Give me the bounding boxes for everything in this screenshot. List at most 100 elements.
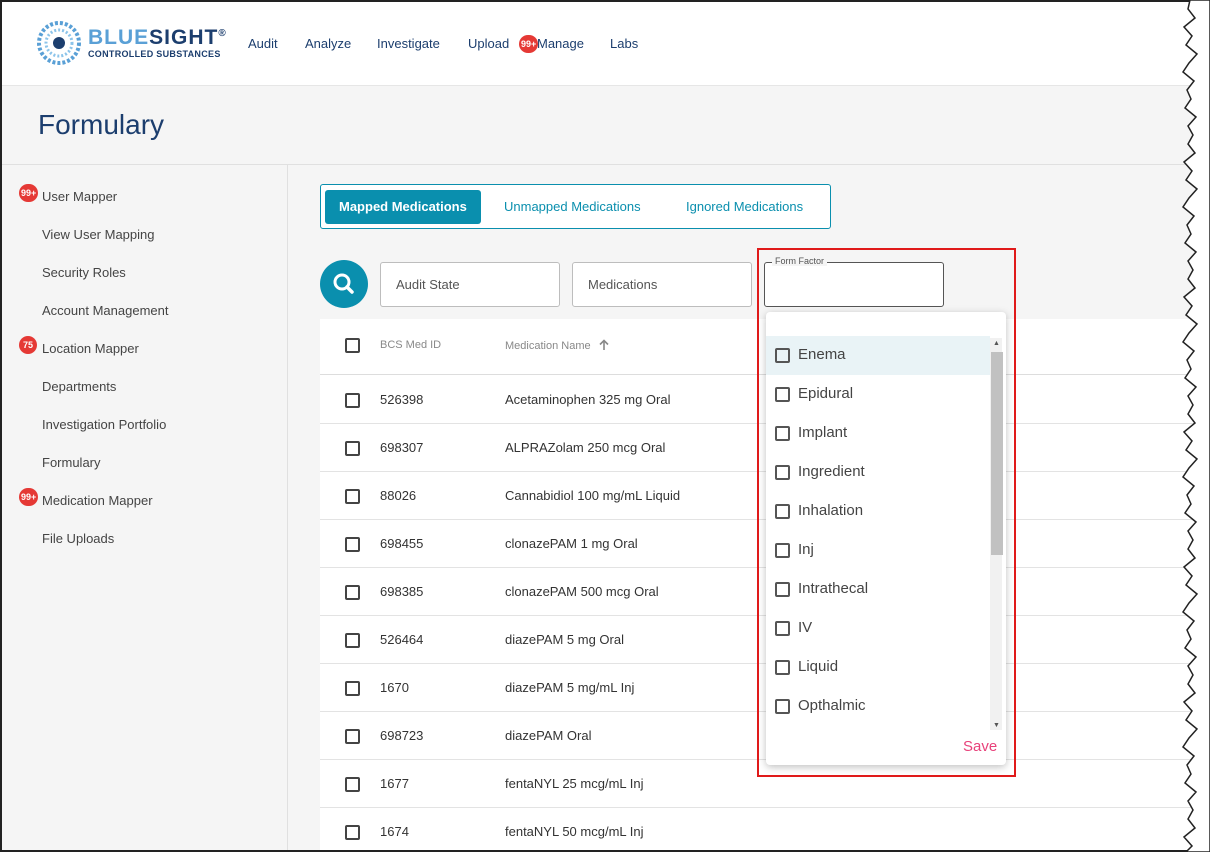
option-label: IV: [798, 619, 813, 636]
cell-med-id: 526464: [380, 632, 424, 647]
sidebar: 99+ User Mapper View User Mapping Securi…: [2, 165, 288, 850]
column-medication-name[interactable]: Medication Name: [505, 339, 610, 352]
cell-med-id: 1674: [380, 824, 409, 839]
sidebar-item-medication-mapper[interactable]: Medication Mapper: [42, 493, 153, 508]
sidebar-item-security-roles[interactable]: Security Roles: [42, 265, 126, 280]
nav-investigate[interactable]: Investigate: [377, 36, 440, 51]
cell-med-name: fentaNYL 25 mcg/mL Inj: [505, 776, 644, 791]
table-row[interactable]: 698455 clonazePAM 1 mg Oral: [320, 520, 1210, 568]
cell-med-id: 1677: [380, 776, 409, 791]
column-medication-name-label: Medication Name: [505, 340, 591, 352]
option-label: Implant: [798, 424, 848, 441]
nav-manage[interactable]: Manage: [537, 36, 584, 51]
column-bcs-med-id[interactable]: BCS Med ID: [380, 339, 441, 351]
logo-subtitle: CONTROLLED SUBSTANCES: [88, 49, 221, 59]
form-factor-option[interactable]: Opthalmic: [766, 687, 990, 726]
option-checkbox[interactable]: [775, 426, 790, 441]
table-row[interactable]: 1670 diazePAM 5 mg/mL Inj: [320, 664, 1210, 712]
row-checkbox[interactable]: [345, 777, 360, 792]
option-checkbox[interactable]: [775, 582, 790, 597]
form-factor-option[interactable]: Intrathecal: [766, 570, 990, 609]
option-label: Inj: [798, 541, 814, 558]
logo-emblem-icon: [37, 21, 81, 65]
sidebar-item-departments[interactable]: Departments: [42, 379, 116, 394]
table-row[interactable]: 1677 fentaNYL 25 mcg/mL Inj: [320, 760, 1210, 808]
form-factor-option[interactable]: Inj: [766, 531, 990, 570]
table-row[interactable]: 698723 diazePAM Oral: [320, 712, 1210, 760]
medications-filter[interactable]: Medications: [572, 262, 752, 307]
sidebar-item-formulary[interactable]: Formulary: [42, 455, 101, 470]
table-header: BCS Med ID Medication Name: [320, 319, 1210, 375]
medication-mapper-badge: 99+: [19, 488, 39, 506]
row-checkbox[interactable]: [345, 441, 360, 456]
row-checkbox[interactable]: [345, 393, 360, 408]
save-button[interactable]: Save: [963, 738, 997, 755]
bluesight-logo[interactable]: BLUESIGHT® CONTROLLED SUBSTANCES: [36, 21, 227, 66]
option-label: Opthalmic: [798, 697, 866, 714]
audit-state-filter[interactable]: Audit State: [380, 262, 560, 307]
form-factor-option[interactable]: Ingredient: [766, 453, 990, 492]
option-checkbox[interactable]: [775, 543, 790, 558]
table-row[interactable]: 698307 ALPRAZolam 250 mcg Oral: [320, 424, 1210, 472]
nav-audit[interactable]: Audit: [248, 36, 278, 51]
form-factor-filter[interactable]: [764, 262, 944, 307]
row-checkbox[interactable]: [345, 633, 360, 648]
table-row[interactable]: 88026 Cannabidiol 100 mg/mL Liquid: [320, 472, 1210, 520]
table-row[interactable]: 526464 diazePAM 5 mg Oral: [320, 616, 1210, 664]
logo-wordmark: BLUESIGHT®: [88, 26, 227, 49]
medication-tabs: Mapped Medications Unmapped Medications …: [320, 184, 831, 229]
row-checkbox[interactable]: [345, 537, 360, 552]
option-checkbox[interactable]: [775, 699, 790, 714]
option-checkbox[interactable]: [775, 387, 790, 402]
arrow-up-icon: [599, 339, 609, 350]
option-label: Ingredient: [798, 463, 865, 480]
row-checkbox[interactable]: [345, 729, 360, 744]
cell-med-id: 698723: [380, 728, 424, 743]
form-factor-option[interactable]: Epidural: [766, 375, 990, 414]
cell-med-name: diazePAM 5 mg Oral: [505, 632, 624, 647]
option-checkbox[interactable]: [775, 621, 790, 636]
tab-ignored-medications[interactable]: Ignored Medications: [672, 190, 817, 224]
table-row[interactable]: 698385 clonazePAM 500 mcg Oral: [320, 568, 1210, 616]
nav-upload[interactable]: Upload: [468, 36, 509, 51]
form-factor-option[interactable]: Liquid: [766, 648, 990, 687]
option-label: Inhalation: [798, 502, 864, 519]
option-checkbox[interactable]: [775, 348, 790, 363]
option-checkbox[interactable]: [775, 504, 790, 519]
row-checkbox[interactable]: [345, 585, 360, 600]
sidebar-item-user-mapper[interactable]: User Mapper: [42, 189, 117, 204]
sidebar-item-view-user-mapping[interactable]: View User Mapping: [42, 227, 154, 242]
select-all-checkbox[interactable]: [345, 338, 360, 353]
sidebar-item-location-mapper[interactable]: Location Mapper: [42, 341, 139, 356]
scroll-up-icon[interactable]: ▲: [993, 340, 1000, 347]
row-checkbox[interactable]: [345, 681, 360, 696]
nav-labs[interactable]: Labs: [610, 36, 638, 51]
option-label: Intrathecal: [798, 580, 869, 597]
form-factor-option[interactable]: Inhalation: [766, 492, 990, 531]
option-checkbox[interactable]: [775, 465, 790, 480]
sidebar-item-file-uploads[interactable]: File Uploads: [42, 531, 114, 546]
table-row[interactable]: 526398 Acetaminophen 325 mg Oral: [320, 376, 1210, 424]
tab-mapped-medications[interactable]: Mapped Medications: [325, 190, 481, 224]
sidebar-item-account-management[interactable]: Account Management: [42, 303, 168, 318]
form-factor-option[interactable]: Enema: [766, 336, 990, 375]
dropdown-scrollbar-thumb[interactable]: [991, 352, 1003, 555]
option-label: Epidural: [798, 385, 854, 402]
sidebar-item-investigation-portfolio[interactable]: Investigation Portfolio: [42, 417, 166, 432]
tab-unmapped-medications[interactable]: Unmapped Medications: [490, 190, 655, 224]
form-factor-option[interactable]: Implant: [766, 414, 990, 453]
cell-med-name: diazePAM 5 mg/mL Inj: [505, 680, 635, 695]
cell-med-id: 698307: [380, 440, 424, 455]
option-label: Enema: [798, 346, 846, 363]
row-checkbox[interactable]: [345, 825, 360, 840]
table-row[interactable]: 1674 fentaNYL 50 mcg/mL Inj: [320, 808, 1210, 850]
scroll-down-icon[interactable]: ▼: [993, 722, 1000, 729]
search-button[interactable]: [320, 260, 368, 308]
cell-med-name: clonazePAM 500 mcg Oral: [505, 584, 659, 599]
row-checkbox[interactable]: [345, 489, 360, 504]
option-checkbox[interactable]: [775, 660, 790, 675]
nav-analyze[interactable]: Analyze: [305, 36, 351, 51]
torn-edge: [1181, 0, 1210, 852]
form-factor-option[interactable]: IV: [766, 609, 990, 648]
cell-med-id: 526398: [380, 392, 424, 407]
